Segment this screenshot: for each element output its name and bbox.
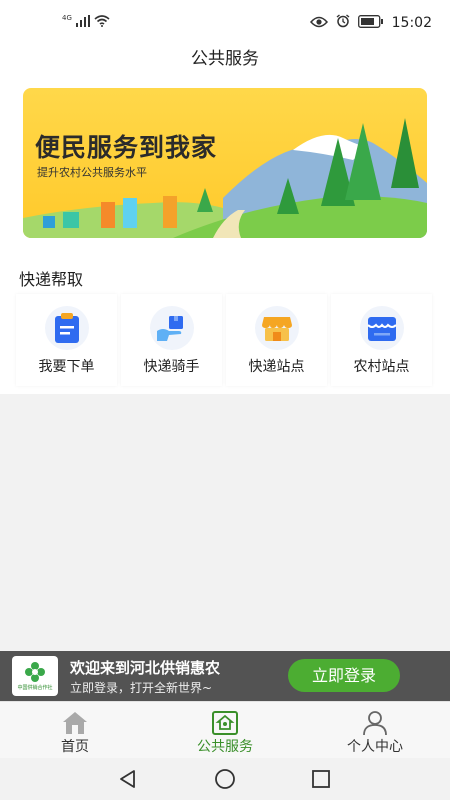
status-left: 4G: [62, 12, 110, 31]
page-title: 公共服务: [191, 49, 259, 69]
login-promo-bar: 中国供销合作社 欢迎来到河北供销惠农 立即登录，打开全新世界~ 立即登录: [0, 651, 450, 701]
title-bar: 公共服务: [0, 42, 450, 76]
item-label: 农村站点: [353, 359, 410, 375]
courier-item[interactable]: 快递骑手: [121, 294, 222, 386]
battery-icon: [357, 13, 384, 32]
home-icon: [61, 710, 89, 736]
express-grid: 我要下单 快递骑手 快递站点 农村站点: [16, 294, 432, 386]
place-order-item[interactable]: 我要下单: [16, 294, 117, 386]
public-service-icon: [211, 710, 239, 736]
shop-icon: [254, 306, 299, 350]
store-icon: [359, 306, 404, 350]
network-type: 4G: [62, 13, 72, 22]
wifi-icon: [94, 12, 110, 31]
delivery-hand-icon: [149, 306, 194, 350]
status-right: 15:02: [309, 13, 432, 32]
system-nav-bar: [0, 758, 450, 800]
item-label: 我要下单: [38, 359, 95, 375]
banner-subtitle: 提升农村公共服务水平: [37, 166, 147, 179]
recents-icon[interactable]: [310, 768, 332, 790]
promo-title: 欢迎来到河北供销惠农: [70, 659, 221, 677]
clock-time: 15:02: [391, 14, 432, 31]
home-nav-icon[interactable]: [214, 768, 236, 790]
tab-public-service[interactable]: 公共服务: [150, 702, 300, 759]
express-station-item[interactable]: 快递站点: [226, 294, 327, 386]
logo-text: 中国供销合作社: [17, 685, 53, 691]
alarm-icon: [336, 13, 350, 32]
banner-title: 便民服务到我家: [35, 133, 218, 162]
tab-label: 公共服务: [197, 739, 253, 755]
person-icon: [361, 710, 389, 736]
express-section: 快递帮取 我要下单 快递骑手 快递站点 农村站点: [0, 258, 450, 394]
status-bar: 4G 15:02: [0, 0, 450, 42]
banner-section: 便民服务到我家 提升农村公共服务水平: [0, 76, 450, 258]
signal-icon: [75, 12, 90, 31]
clipboard-icon: [44, 306, 89, 350]
promo-subtitle: 立即登录，打开全新世界~: [70, 681, 213, 695]
banner[interactable]: 便民服务到我家 提升农村公共服务水平: [23, 88, 427, 238]
bottom-tab-bar: 首页 公共服务 个人中心: [0, 701, 450, 758]
coop-logo: 中国供销合作社: [12, 656, 58, 696]
tab-home[interactable]: 首页: [0, 702, 150, 759]
section-title: 快递帮取: [19, 270, 84, 289]
tab-profile[interactable]: 个人中心: [300, 702, 450, 759]
item-label: 快递站点: [248, 359, 305, 375]
tab-label: 首页: [61, 739, 89, 755]
back-icon[interactable]: [117, 768, 139, 790]
eye-icon: [309, 13, 328, 32]
login-button[interactable]: 立即登录: [288, 659, 400, 692]
tab-label: 个人中心: [347, 739, 403, 755]
item-label: 快递骑手: [143, 359, 200, 375]
rural-station-item[interactable]: 农村站点: [331, 294, 432, 386]
